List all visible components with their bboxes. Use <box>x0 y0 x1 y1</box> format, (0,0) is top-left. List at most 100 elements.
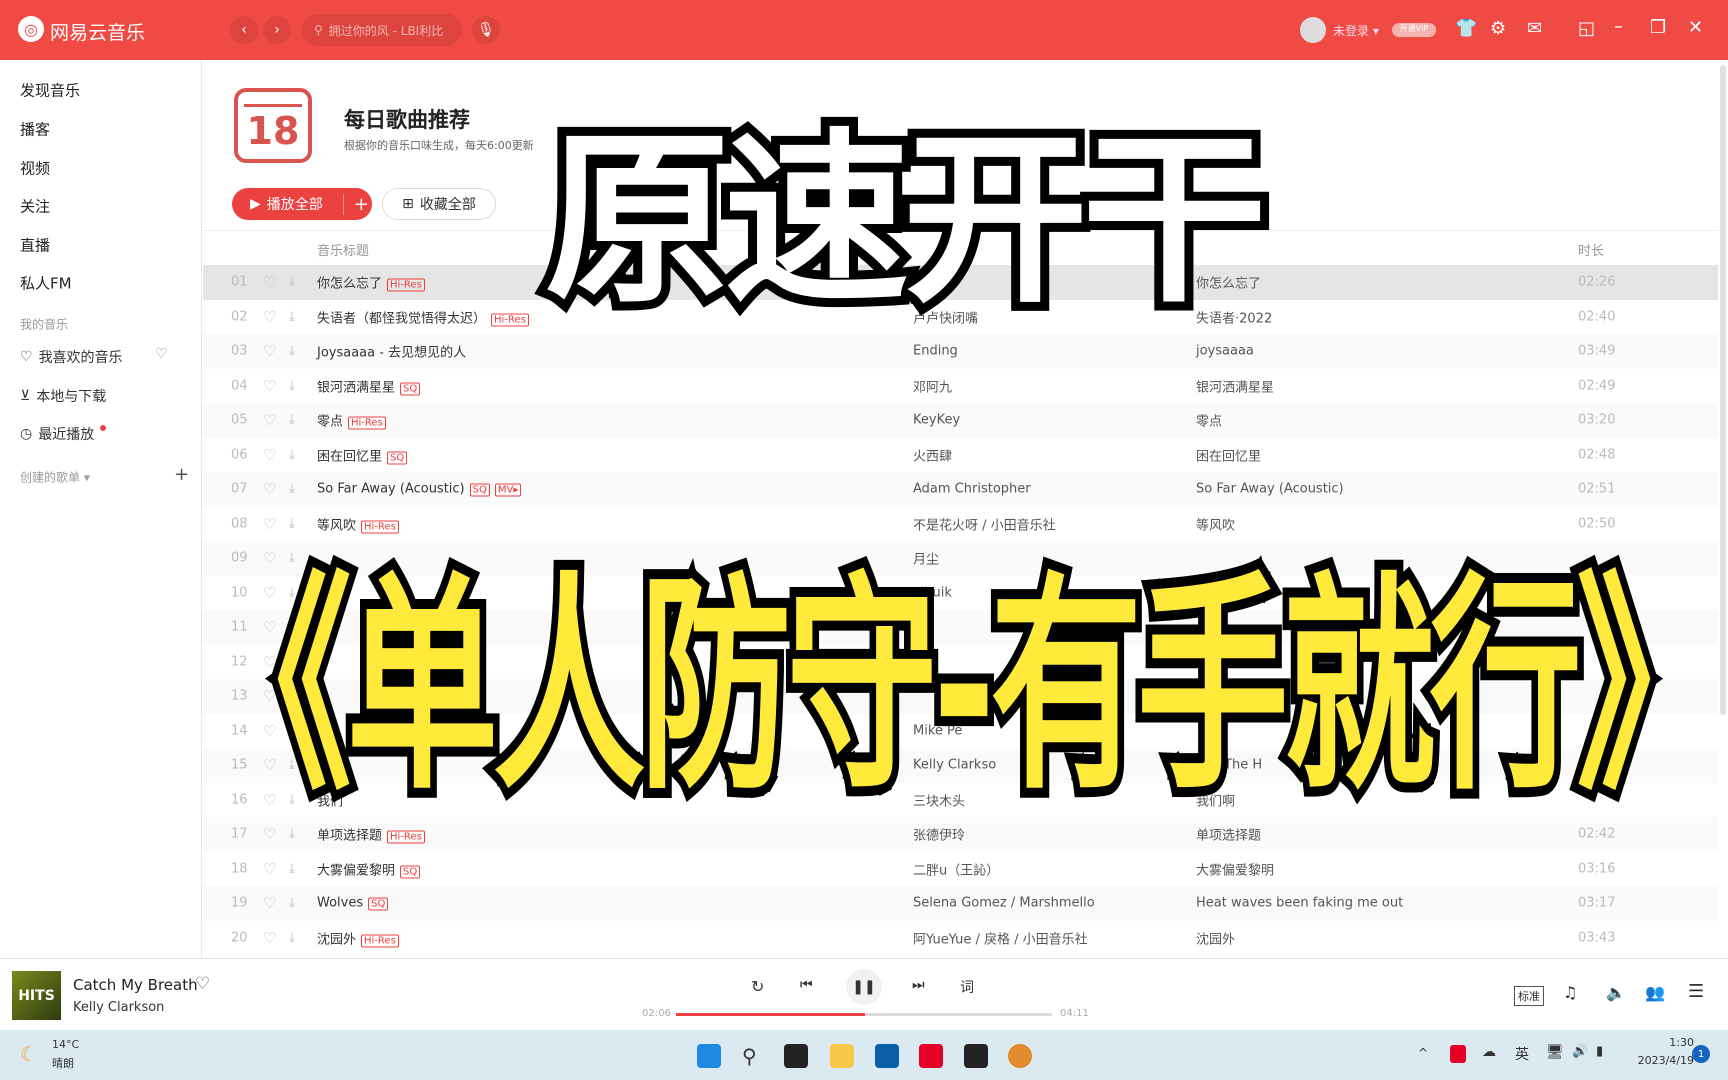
listen-together-icon[interactable]: 👥 <box>1645 983 1665 1002</box>
avatar[interactable] <box>1300 17 1326 43</box>
bilibili-icon[interactable] <box>964 1044 988 1068</box>
download-icon[interactable]: ⤓ <box>289 275 295 290</box>
track-title[interactable]: Joysaaaa - 去见想见的人 <box>317 342 466 361</box>
weather-temp[interactable]: 14°C <box>52 1038 79 1051</box>
next-icon[interactable]: ⏭ <box>912 977 925 993</box>
created-playlists-heading[interactable]: 创建的歌单 ▾ <box>20 469 90 486</box>
voice-search-icon[interactable]: 🎙 <box>472 16 500 44</box>
track-artist[interactable]: Ending <box>913 344 958 359</box>
track-artist[interactable]: 二胖u（王訫） <box>913 859 999 878</box>
track-artist[interactable]: 阿YueYue / 戾格 / 小田音乐社 <box>913 928 1088 947</box>
search-input[interactable]: ⚲ 拥过你的风 - LBI利比 <box>302 14 462 46</box>
lyrics-button[interactable]: 词 <box>960 977 974 997</box>
like-heart-icon[interactable]: ♡ <box>195 974 210 994</box>
mini-mode-icon[interactable]: ◱ <box>1578 18 1595 39</box>
heart-icon[interactable]: ♡ <box>263 929 276 947</box>
gear-icon[interactable]: ⚙ <box>1490 18 1506 39</box>
ime-indicator[interactable]: 英 <box>1515 1044 1529 1064</box>
table-row[interactable]: 20 ♡ ⤓ 沈园外 Hi-Res 阿YueYue / 戾格 / 小田音乐社 沈园… <box>203 920 1718 955</box>
track-title[interactable]: 大雾偏爱黎明 SQ <box>317 859 421 879</box>
network-icon[interactable]: 🖥 <box>1546 1044 1564 1060</box>
sidebar-item-podcast[interactable]: 播客 <box>20 119 50 140</box>
track-title[interactable]: So Far Away (Acoustic) SQ MV▸ <box>317 482 522 497</box>
onedrive-icon[interactable]: ☁ <box>1482 1044 1496 1060</box>
track-album[interactable]: 沈园外 <box>1196 928 1235 947</box>
tray-chevron-icon[interactable]: ^ <box>1418 1046 1428 1060</box>
add-to-queue-icon[interactable]: + <box>342 193 369 215</box>
download-icon[interactable]: ⤓ <box>289 344 295 359</box>
album-cover[interactable]: HITS <box>12 971 61 1020</box>
download-icon[interactable]: ⤓ <box>289 930 295 945</box>
task-view-icon[interactable] <box>784 1044 808 1068</box>
store-icon[interactable] <box>875 1044 899 1068</box>
download-icon[interactable]: ⤓ <box>289 378 295 393</box>
game-icon[interactable] <box>1008 1044 1032 1068</box>
mail-icon[interactable]: ✉ <box>1527 18 1542 39</box>
heartbeat-mode-icon[interactable]: ♡ <box>155 346 168 362</box>
speaker-icon[interactable]: 🔊 <box>1572 1044 1588 1059</box>
quality-button[interactable]: 标准 <box>1514 986 1544 1006</box>
weather-desc[interactable]: 晴朗 <box>52 1055 74 1071</box>
track-album[interactable]: joysaaaa <box>1196 344 1254 359</box>
close-icon[interactable]: ✕ <box>1688 17 1703 38</box>
clock-date[interactable]: 2023/4/19 <box>1626 1054 1694 1067</box>
track-album[interactable]: 大雾偏爱黎明 <box>1196 859 1274 878</box>
table-row[interactable]: 04 ♡ ⤓ 银河洒满星星 SQ 邓阿九 银河洒满星星 02:49 <box>203 368 1718 403</box>
file-explorer-icon[interactable] <box>830 1044 854 1068</box>
search-icon[interactable]: ⚲ <box>742 1044 766 1068</box>
song-title[interactable]: Catch My Breath <box>73 976 198 994</box>
netease-taskbar-icon[interactable] <box>919 1044 943 1068</box>
add-playlist-icon[interactable]: + <box>174 464 189 485</box>
notification-badge[interactable]: 1 <box>1692 1045 1710 1063</box>
track-artist[interactable]: Selena Gomez / Marshmello <box>913 896 1095 911</box>
sidebar-item-liked[interactable]: ♡ 我喜欢的音乐 <box>20 347 123 367</box>
volume-icon[interactable]: 🔈 <box>1606 983 1626 1002</box>
table-row[interactable]: 19 ♡ ⤓ Wolves SQ Selena Gomez / Marshmell… <box>203 886 1718 921</box>
battery-icon[interactable]: ▮ <box>1596 1044 1603 1059</box>
track-album[interactable]: 银河洒满星星 <box>1196 376 1274 395</box>
play-all-button[interactable]: ▶ 播放全部 + <box>232 188 372 220</box>
sidebar-item-follow[interactable]: 关注 <box>20 196 50 217</box>
track-album[interactable]: 零点 <box>1196 411 1222 430</box>
maximize-icon[interactable]: ❐ <box>1650 17 1666 38</box>
column-duration[interactable]: 时长 <box>1578 240 1604 259</box>
track-title[interactable]: 沈园外 Hi-Res <box>317 928 399 948</box>
table-row[interactable]: 18 ♡ ⤓ 大雾偏爱黎明 SQ 二胖u（王訫） 大雾偏爱黎明 03:16 <box>203 851 1718 886</box>
heart-icon[interactable]: ♡ <box>263 342 276 360</box>
track-title[interactable]: 失语者（都怪我觉悟得太迟） Hi-Res <box>317 307 529 327</box>
track-title[interactable]: 困在回忆里 SQ <box>317 445 408 465</box>
loop-icon[interactable]: ↻ <box>751 977 764 996</box>
heart-icon[interactable]: ♡ <box>263 480 276 498</box>
track-album[interactable]: 困在回忆里 <box>1196 445 1261 464</box>
pause-button[interactable]: ❚❚ <box>846 969 882 1005</box>
track-artist[interactable]: KeyKey <box>913 413 960 428</box>
sidebar-item-live[interactable]: 直播 <box>20 235 50 256</box>
heart-icon[interactable]: ♡ <box>263 894 276 912</box>
track-title[interactable]: 零点 Hi-Res <box>317 411 386 430</box>
track-title[interactable]: Wolves SQ <box>317 896 389 911</box>
previous-icon[interactable]: ⏮ <box>800 977 813 993</box>
table-row[interactable]: 03 ♡ ⤓ Joysaaaa - 去见想见的人 Ending joysaaaa… <box>203 334 1718 369</box>
heart-icon[interactable]: ♡ <box>263 446 276 464</box>
song-artist[interactable]: Kelly Clarkson <box>73 1000 164 1015</box>
playlist-queue-icon[interactable]: ☰ <box>1688 981 1704 1002</box>
download-icon[interactable]: ⤓ <box>289 413 295 428</box>
vip-badge[interactable]: 开通VIP <box>1392 23 1436 37</box>
download-icon[interactable]: ⤓ <box>289 482 295 497</box>
sound-effect-icon[interactable]: ♫ <box>1563 983 1577 1002</box>
tray-netease-icon[interactable] <box>1450 1045 1466 1063</box>
download-icon[interactable]: ⤓ <box>289 896 295 911</box>
heart-icon[interactable]: ♡ <box>263 411 276 429</box>
login-link[interactable]: 未登录 ▾ <box>1333 22 1379 39</box>
minimize-icon[interactable]: – <box>1614 16 1623 37</box>
back-button[interactable]: ‹ <box>230 16 258 44</box>
heart-icon[interactable]: ♡ <box>263 860 276 878</box>
sidebar-item-discover[interactable]: 发现音乐 <box>20 80 80 101</box>
track-album[interactable]: Heat waves been faking me out <box>1196 896 1403 911</box>
table-row[interactable]: 05 ♡ ⤓ 零点 Hi-Res KeyKey 零点 03:20 <box>203 403 1718 438</box>
table-row[interactable]: 06 ♡ ⤓ 困在回忆里 SQ 火西肆 困在回忆里 02:48 <box>203 437 1718 472</box>
heart-icon[interactable]: ♡ <box>263 308 276 326</box>
heart-icon[interactable]: ♡ <box>263 273 276 291</box>
sidebar-item-fm[interactable]: 私人FM <box>20 273 72 294</box>
track-title[interactable]: 银河洒满星星 SQ <box>317 376 421 396</box>
